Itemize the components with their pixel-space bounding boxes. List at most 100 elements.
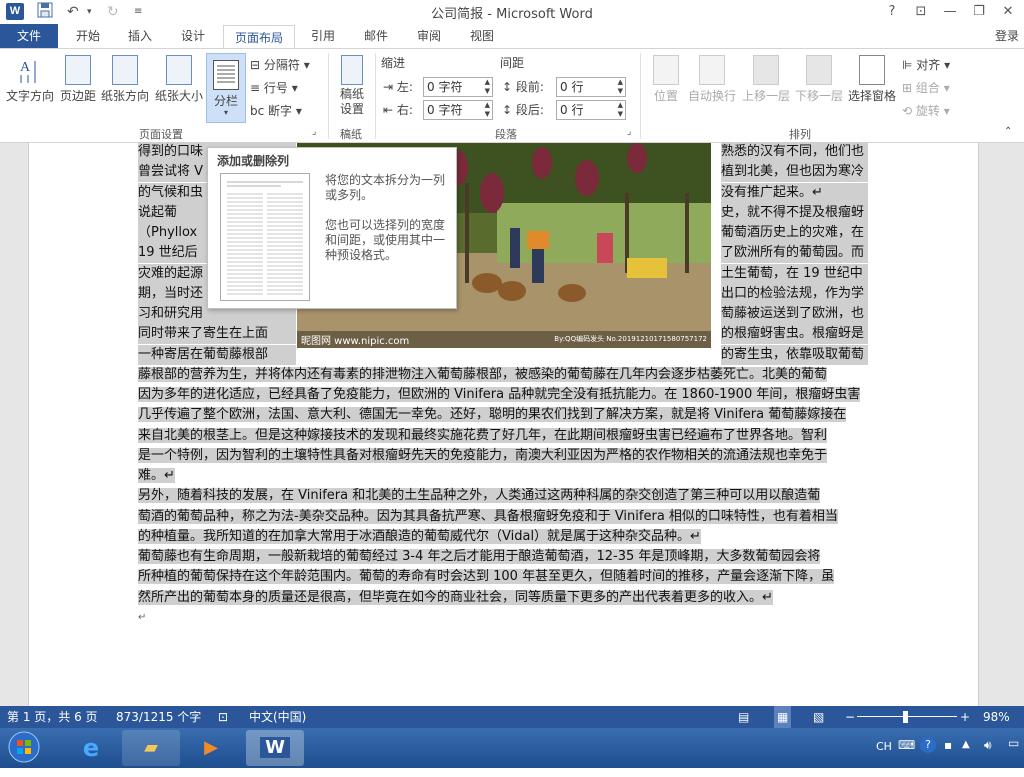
text-line-row[interactable]: 的种植量。我所知道的在加拿大常用于冰酒酿造的葡萄威代尔（Vidal）就是属于这种… [138, 527, 868, 547]
align-button[interactable]: ⊫ 对齐 ▾ [902, 55, 950, 75]
margins-button[interactable]: 页边距 [58, 55, 98, 121]
tab-file[interactable]: 文件 [0, 24, 58, 48]
text-line[interactable]: 来自北美的根茎上。但是这种嫁接技术的发现和最终实施花费了好几年，在此期间根瘤蚜虫… [138, 427, 828, 443]
size-button[interactable]: 纸张大小 [154, 55, 204, 121]
columns-button[interactable]: 分栏 ▾ [206, 53, 246, 123]
rotate-button[interactable]: ⟲ 旋转 ▾ [902, 101, 950, 121]
keyboard-icon[interactable]: ⌨ [898, 738, 915, 752]
bring-forward-button[interactable]: 上移一层 [740, 55, 792, 121]
text-line-right[interactable]: 葡萄酒历史上的灾难，在 [721, 223, 868, 243]
tab-references[interactable]: 引用 [301, 24, 345, 48]
restore-button[interactable]: ❐ [967, 2, 991, 22]
action-center-icon[interactable]: ▭ [1008, 736, 1019, 750]
read-mode-icon[interactable]: ▤ [738, 706, 749, 728]
position-button[interactable]: 位置 [648, 55, 684, 121]
indent-right-input[interactable]: 0 字符 ▲ ▼ [423, 100, 493, 120]
zoom-in-button[interactable]: + [960, 706, 970, 728]
tab-insert[interactable]: 插入 [118, 24, 162, 48]
word-count[interactable]: 873/1215 个字 [116, 706, 201, 728]
hyphenation-button[interactable]: bc 断字 ▾ [250, 101, 302, 121]
text-line-right[interactable]: 史，就不得不提及根瘤蚜 [721, 202, 868, 223]
text-line[interactable]: 葡萄藤也有生命周期，一般新栽培的葡萄经过 3-4 年之后才能用于酿造葡萄酒，12… [138, 549, 821, 564]
text-line[interactable]: 的种植量。我所知道的在加拿大常用于冰酒酿造的葡萄威代尔（Vidal）就是属于这种… [138, 528, 701, 544]
text-line[interactable]: 因为多年的进化适应，已经具备了免疫能力，但欧洲的 Vinifera 品种就完全没… [138, 387, 861, 402]
text-line-left[interactable]: 同时带来了寄生在上面 [138, 324, 296, 345]
text-line-left[interactable]: 一种寄居在葡萄藤根部 [138, 344, 296, 365]
text-line-right[interactable]: 没有推广起来。↵ [721, 182, 868, 203]
group-button[interactable]: ⊞ 组合 ▾ [902, 78, 950, 98]
language-indicator[interactable]: 中文(中国) [249, 706, 306, 728]
text-direction-button[interactable]: A 文字方向 [4, 55, 56, 121]
text-line-row[interactable]: 因为多年的进化适应，已经具备了免疫能力，但欧洲的 Vinifera 品种就完全没… [138, 385, 868, 405]
collapse-ribbon-icon[interactable]: ⌃ [1004, 126, 1012, 138]
web-layout-icon[interactable]: ▧ [813, 706, 824, 728]
word-taskbar-icon[interactable]: W [246, 730, 304, 766]
text-line-row[interactable]: 难。↵ [138, 466, 868, 486]
spinner-arrows-icon[interactable]: ▲ ▼ [485, 101, 490, 119]
tab-design[interactable]: 设计 [171, 24, 215, 48]
text-line-right[interactable]: 萄藤被运送到了欧洲，也 [721, 304, 868, 324]
text-line-row[interactable]: 葡萄藤也有生命周期，一般新栽培的葡萄经过 3-4 年之后才能用于酿造葡萄酒，12… [138, 547, 868, 567]
selection-pane-button[interactable]: 选择窗格 [846, 55, 898, 121]
ime-indicator[interactable]: CH [876, 740, 892, 753]
tab-mailings[interactable]: 邮件 [354, 24, 398, 48]
text-line-row[interactable]: 来自北美的根茎上。但是这种嫁接技术的发现和最终实施花费了好几年，在此期间根瘤蚜虫… [138, 426, 868, 446]
tab-page-layout[interactable]: 页面布局 [223, 25, 295, 49]
wrap-text-button[interactable]: 自动换行 [686, 55, 738, 121]
internet-explorer-icon[interactable]: e [62, 730, 120, 766]
text-line-row[interactable]: 另外，随着科技的发展，在 Vinifera 和北美的土生品种之外，人类通过这两种… [138, 486, 868, 506]
text-line-right[interactable]: 植到北美，但也因为寒冷 [721, 162, 868, 183]
text-line-right[interactable]: 熟悉的汉有不同，他们也 [721, 142, 868, 162]
zoom-slider-thumb[interactable] [903, 711, 908, 723]
tab-view[interactable]: 视图 [460, 24, 504, 48]
page-count[interactable]: 第 1 页，共 6 页 [7, 706, 98, 728]
text-line-right[interactable]: 土生葡萄，在 19 世纪中 [721, 263, 868, 284]
spinner-arrows-icon[interactable]: ▲ ▼ [485, 78, 490, 96]
help-button[interactable]: ? [880, 2, 904, 22]
text-line-row[interactable]: 萄酒的葡萄品种，称之为法-美杂交品种。因为其具备抗严寒、具备根瘤蚜免疫和于 Vi… [138, 507, 868, 527]
text-line-row[interactable]: 几乎传遍了整个欧洲，法国、意大利、德国无一幸免。还好，聪明的果农们找到了解决方案… [138, 405, 868, 425]
indent-left-input[interactable]: 0 字符 ▲ ▼ [423, 77, 493, 97]
text-line-row[interactable]: 是一个特例，因为智利的土壤特性具备对根瘤蚜先天的免疫能力，南澳大利亚因为严格的农… [138, 446, 868, 466]
line-numbers-button[interactable]: ≡ 行号 ▾ [250, 78, 298, 98]
text-line[interactable]: 是一个特例，因为智利的土壤特性具备对根瘤蚜先天的免疫能力，南澳大利亚因为严格的农… [138, 447, 828, 463]
volume-icon[interactable]: 🔊︎ [984, 738, 992, 753]
text-line-row[interactable]: 所种植的葡萄保持在这个年龄范围内。葡萄的寿命有时会达到 100 年甚至更久，但随… [138, 567, 868, 587]
text-line-row[interactable]: 藤根部的营养为生，并将体内还有毒素的排泄物注入葡萄藤根部，被感染的葡萄藤在几年内… [138, 365, 868, 385]
sign-in-link[interactable]: 登录 [990, 24, 1024, 48]
paragraph-launcher-icon[interactable]: ⌟ [627, 126, 631, 138]
draft-settings-button[interactable]: 稿纸 设置 [334, 55, 370, 121]
text-line-right[interactable]: 出口的检验法规，作为学 [721, 283, 868, 304]
media-player-icon[interactable]: ▶ [182, 730, 240, 766]
tab-home[interactable]: 开始 [66, 24, 110, 48]
page-setup-launcher-icon[interactable]: ⌟ [312, 126, 316, 138]
text-line[interactable]: 另外，随着科技的发展，在 Vinifera 和北美的土生品种之外，人类通过这两种… [138, 488, 821, 504]
spacing-before-input[interactable]: 0 行 ▲ ▼ [556, 77, 626, 97]
close-button[interactable]: ✕ [996, 2, 1020, 22]
text-line[interactable]: 所种植的葡萄保持在这个年龄范围内。葡萄的寿命有时会达到 100 年甚至更久，但随… [138, 569, 835, 585]
tab-review[interactable]: 审阅 [407, 24, 451, 48]
text-line-right[interactable]: 的根瘤蚜害虫。根瘤蚜是 [721, 324, 868, 345]
text-line-right[interactable]: 了欧洲所有的葡萄园。而 [721, 243, 868, 264]
text-line[interactable]: 几乎传遍了整个欧洲，法国、意大利、德国无一幸免。还好，聪明的果农们找到了解决方案… [138, 407, 847, 423]
print-layout-icon[interactable]: ▦ [774, 706, 792, 728]
spinner-arrows-icon[interactable]: ▲ ▼ [618, 101, 623, 119]
send-backward-button[interactable]: 下移一层 [793, 55, 845, 121]
text-line-row[interactable]: 然所产出的葡萄本身的质量还是很高，但毕竟在如今的商业社会，同等质量下更多的产出代… [138, 588, 868, 608]
help-tray-icon[interactable]: ? [920, 737, 936, 753]
breaks-button[interactable]: ⊟ 分隔符 ▾ [250, 55, 310, 75]
spinner-arrows-icon[interactable]: ▲ ▼ [618, 78, 623, 96]
text-line[interactable]: 然所产出的葡萄本身的质量还是很高，但毕竟在如今的商业社会，同等质量下更多的产出代… [138, 589, 773, 605]
text-line[interactable]: 萄酒的葡萄品种，称之为法-美杂交品种。因为其具备抗严寒、具备根瘤蚜免疫和于 Vi… [138, 508, 838, 524]
spacing-after-input[interactable]: 0 行 ▲ ▼ [556, 100, 626, 120]
start-button-icon[interactable] [2, 730, 46, 766]
text-line[interactable]: 藤根部的营养为生，并将体内还有毒素的排泄物注入葡萄藤根部，被感染的葡萄藤在几年内… [138, 366, 828, 382]
minimize-button[interactable]: — [938, 2, 962, 22]
text-line-right[interactable]: 的寄生虫，依靠吸取葡萄 [721, 344, 868, 365]
ribbon-display-options-button[interactable]: ⊡ [909, 2, 933, 22]
orientation-button[interactable]: 纸张方向 [100, 55, 150, 121]
file-explorer-icon[interactable]: ▰ [122, 730, 180, 766]
zoom-level[interactable]: 98% [983, 706, 1010, 728]
tray-app-icon[interactable]: ▪ [944, 738, 952, 752]
proofing-icon[interactable]: ⊡ [218, 706, 228, 728]
